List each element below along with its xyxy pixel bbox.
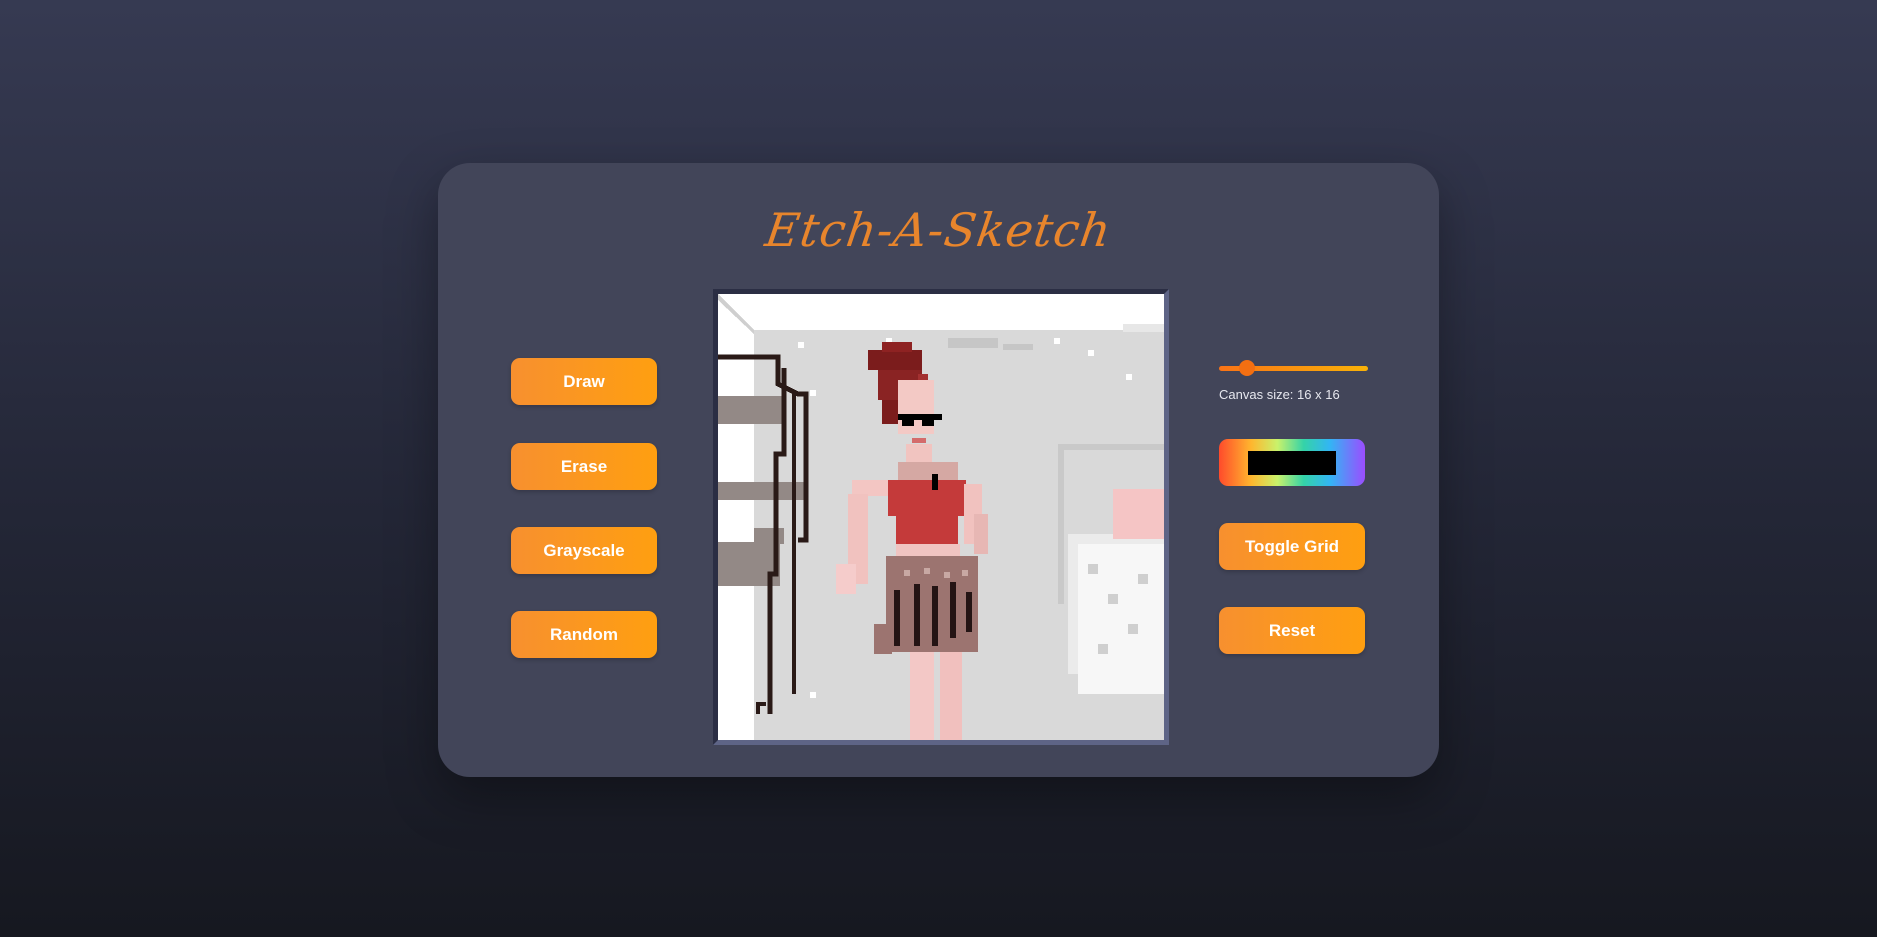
draw-button[interactable]: Draw	[511, 358, 657, 405]
slider-thumb[interactable]	[1239, 360, 1256, 376]
color-picker[interactable]	[1219, 439, 1365, 486]
random-button[interactable]: Random	[511, 611, 657, 658]
color-swatch[interactable]	[1248, 450, 1336, 475]
canvas-size-label: Canvas size: 16 x 16	[1219, 387, 1340, 402]
drawing-canvas[interactable]	[713, 289, 1169, 745]
grayscale-button[interactable]: Grayscale	[511, 527, 657, 574]
app-title: Etch-A-Sketch	[762, 203, 1115, 257]
canvas-size-slider[interactable]	[1219, 360, 1368, 376]
pixel-art-image	[718, 294, 1164, 740]
etch-a-sketch-panel: Etch-A-Sketch Draw Erase Grayscale Rando…	[438, 163, 1439, 777]
reset-button[interactable]: Reset	[1219, 607, 1365, 654]
toggle-grid-button[interactable]: Toggle Grid	[1219, 523, 1365, 570]
erase-button[interactable]: Erase	[511, 443, 657, 490]
